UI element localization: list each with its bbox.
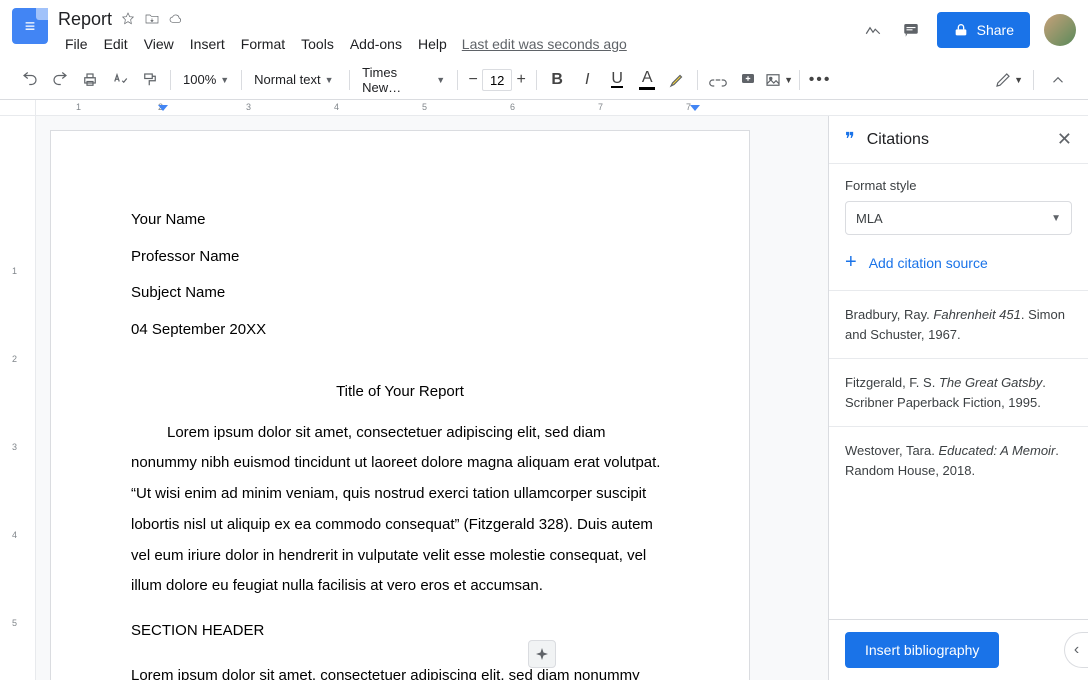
menu-bar: File Edit View Insert Format Tools Add-o… <box>58 32 861 56</box>
insert-comment-button[interactable] <box>734 66 762 94</box>
cloud-icon[interactable] <box>168 11 184 27</box>
star-icon[interactable] <box>120 11 136 27</box>
menu-view[interactable]: View <box>137 32 181 56</box>
more-toolbar-button[interactable]: ••• <box>806 66 834 94</box>
plus-icon: + <box>845 251 857 274</box>
collapse-toolbar-button[interactable] <box>1044 66 1072 94</box>
section-header[interactable]: SECTION HEADER <box>131 616 669 647</box>
menu-addons[interactable]: Add-ons <box>343 32 409 56</box>
document-canvas[interactable]: Your Name Professor Name Subject Name 04… <box>36 116 828 680</box>
citations-panel: ❞ Citations ✕ Format style MLA ▼ + Add c… <box>828 116 1088 680</box>
citation-source[interactable]: Fitzgerald, F. S. The Great Gatsby. Scri… <box>829 358 1088 426</box>
move-icon[interactable] <box>144 11 160 27</box>
page[interactable]: Your Name Professor Name Subject Name 04… <box>50 130 750 680</box>
insert-image-button[interactable]: ▼ <box>764 66 793 94</box>
line-subject[interactable]: Subject Name <box>131 282 669 305</box>
docs-logo[interactable]: ≡ <box>12 8 48 44</box>
quote-icon: ❞ <box>845 129 855 150</box>
insert-bibliography-button[interactable]: Insert bibliography <box>845 632 999 668</box>
document-title[interactable]: Report <box>58 9 112 30</box>
indent-marker-left[interactable] <box>158 105 168 111</box>
paint-format-button[interactable] <box>136 66 164 94</box>
share-label: Share <box>977 22 1014 38</box>
style-select[interactable]: Normal text▼ <box>248 67 343 93</box>
citations-title: Citations <box>867 131 1045 149</box>
zoom-select[interactable]: 100%▼ <box>177 67 235 93</box>
font-size-value[interactable]: 12 <box>482 69 512 91</box>
line-your-name[interactable]: Your Name <box>131 209 669 232</box>
insert-link-button[interactable] <box>704 66 732 94</box>
menu-format[interactable]: Format <box>234 32 292 56</box>
bold-button[interactable]: B <box>543 66 571 94</box>
editing-mode-button[interactable]: ▼ <box>994 66 1023 94</box>
paragraph-2[interactable]: Lorem ipsum dolor sit amet, consectetuer… <box>131 661 669 680</box>
comments-icon[interactable] <box>899 18 923 42</box>
redo-button[interactable] <box>46 66 74 94</box>
horizontal-ruler[interactable]: 1 2 3 4 5 6 7 7 <box>0 100 1088 116</box>
close-panel-button[interactable]: ✕ <box>1057 129 1072 150</box>
account-avatar[interactable] <box>1044 14 1076 46</box>
format-style-select[interactable]: MLA ▼ <box>845 201 1072 235</box>
line-professor[interactable]: Professor Name <box>131 246 669 269</box>
add-citation-source-button[interactable]: + Add citation source <box>845 235 1072 290</box>
explore-button[interactable] <box>528 640 556 668</box>
menu-file[interactable]: File <box>58 32 95 56</box>
font-size-increase[interactable]: + <box>512 66 530 94</box>
chevron-down-icon: ▼ <box>1051 213 1061 224</box>
undo-button[interactable] <box>16 66 44 94</box>
vertical-ruler[interactable]: 1 2 3 4 5 <box>0 116 36 680</box>
font-size-decrease[interactable]: − <box>464 66 482 94</box>
italic-button[interactable]: I <box>573 66 601 94</box>
print-button[interactable] <box>76 66 104 94</box>
menu-insert[interactable]: Insert <box>183 32 232 56</box>
text-color-button[interactable]: A <box>633 66 661 94</box>
font-select[interactable]: Times New…▼ <box>356 67 451 93</box>
report-title[interactable]: Title of Your Report <box>131 381 669 404</box>
app-header: ≡ Report File Edit View Insert Format To… <box>0 0 1088 60</box>
paragraph-1[interactable]: Lorem ipsum dolor sit amet, consectetuer… <box>131 418 669 603</box>
font-size-control[interactable]: − 12 + <box>464 66 530 94</box>
spellcheck-button[interactable] <box>106 66 134 94</box>
indent-marker-right[interactable] <box>690 105 700 111</box>
format-style-label: Format style <box>845 178 1072 193</box>
citation-source[interactable]: Westover, Tara. Educated: A Memoir. Rand… <box>829 426 1088 494</box>
line-date[interactable]: 04 September 20XX <box>131 319 669 342</box>
menu-edit[interactable]: Edit <box>97 32 135 56</box>
menu-help[interactable]: Help <box>411 32 454 56</box>
last-edit-status[interactable]: Last edit was seconds ago <box>462 36 627 52</box>
share-button[interactable]: Share <box>937 12 1030 48</box>
menu-tools[interactable]: Tools <box>294 32 341 56</box>
highlight-button[interactable] <box>663 66 691 94</box>
citation-source[interactable]: Bradbury, Ray. Fahrenheit 451. Simon and… <box>829 290 1088 358</box>
activity-icon[interactable] <box>861 18 885 42</box>
underline-button[interactable]: U <box>603 66 631 94</box>
toolbar: 100%▼ Normal text▼ Times New…▼ − 12 + B … <box>0 60 1088 100</box>
